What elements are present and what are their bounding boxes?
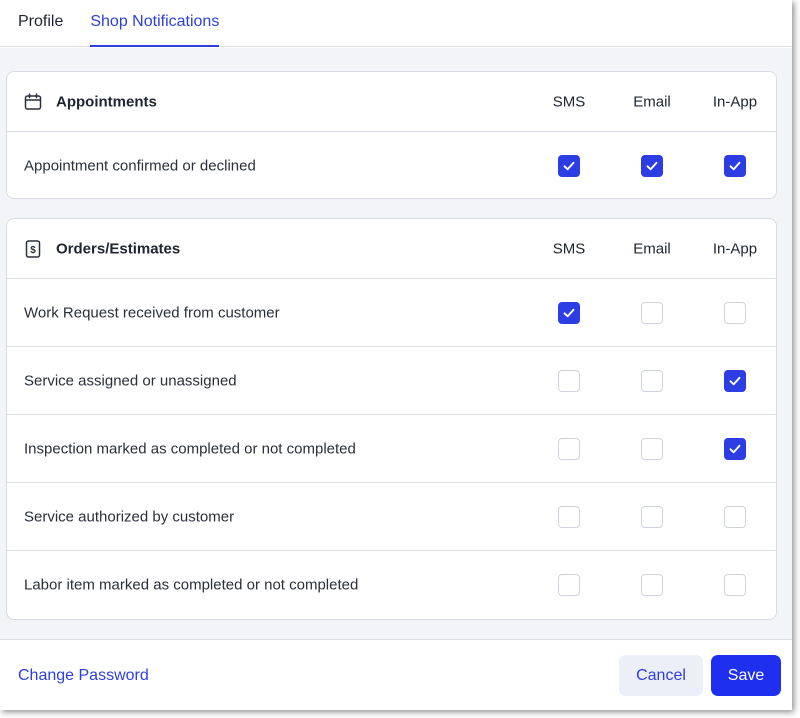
in-app-checkbox[interactable] [724,301,746,324]
sms-checkbox[interactable] [558,301,580,324]
column-header-sms: SMS [552,240,586,257]
change-password-link[interactable]: Change Password [18,667,149,685]
column-header-email: Email [633,93,671,110]
notification-row: Work Request received from customer [7,279,776,347]
orders-estimates-header: $ Orders/Estimates SMS Email In-App [7,219,776,279]
in-app-checkbox[interactable] [724,505,746,528]
in-app-checkbox[interactable] [724,574,746,596]
notification-label: Work Request received from customer [24,304,280,321]
email-checkbox[interactable] [641,155,663,177]
tab-bar: Profile Shop Notifications [0,0,792,47]
checkmark-icon [563,308,575,317]
appointments-header: Appointments SMS Email In-App [7,72,776,132]
in-app-checkbox[interactable] [724,155,746,177]
section-title: Appointments [56,93,157,110]
sms-checkbox[interactable] [558,437,580,460]
notification-label: Inspection marked as completed or not co… [24,440,356,457]
appointments-card: Appointments SMS Email In-App Appointmen… [6,71,777,199]
notification-row: Labor item marked as completed or not co… [7,551,776,619]
column-header-email: Email [633,240,671,257]
sms-checkbox[interactable] [558,155,580,177]
email-checkbox[interactable] [641,301,663,324]
calendar-icon [24,92,42,110]
column-header-in-app: In-App [712,240,758,257]
checkmark-icon [646,161,658,171]
checkmark-icon [563,161,575,171]
tab-shop-notifications[interactable]: Shop Notifications [90,0,219,47]
email-checkbox[interactable] [641,437,663,460]
notification-row: Appointment confirmed or declined [7,132,776,198]
checkmark-icon [729,161,741,171]
email-checkbox[interactable] [641,369,663,392]
notification-label: Appointment confirmed or declined [24,157,256,175]
cancel-button[interactable]: Cancel [619,655,703,696]
notification-row: Service authorized by customer [7,483,776,551]
email-checkbox[interactable] [641,505,663,528]
notification-settings-panel: Appointments SMS Email In-App Appointmen… [0,48,792,639]
notification-settings-window: Profile Shop Notifications Appointments … [0,0,792,710]
tab-profile[interactable]: Profile [18,0,63,46]
sms-checkbox[interactable] [558,574,580,596]
notification-label: Service assigned or unassigned [24,372,237,389]
email-checkbox[interactable] [641,574,663,596]
sms-checkbox[interactable] [558,369,580,392]
dollar-document-icon: $ [25,239,41,258]
notification-row: Service assigned or unassigned [7,347,776,415]
appointments-rows: Appointment confirmed or declined [7,132,776,198]
column-header-sms: SMS [552,93,586,110]
section-title: Orders/Estimates [56,240,181,257]
notification-row: Inspection marked as completed or not co… [7,415,776,483]
checkmark-icon [729,376,741,385]
notification-label: Service authorized by customer [24,508,235,525]
orders-estimates-rows: Work Request received from customer Servi… [7,279,776,619]
footer: Change Password Cancel Save [0,639,792,710]
in-app-checkbox[interactable] [724,369,746,392]
notification-label: Labor item marked as completed or not co… [24,576,359,594]
orders-estimates-card: $ Orders/Estimates SMS Email In-App Work… [6,218,777,620]
sms-checkbox[interactable] [558,505,580,528]
in-app-checkbox[interactable] [724,437,746,460]
checkmark-icon [729,444,741,453]
column-header-in-app: In-App [712,93,758,110]
save-button[interactable]: Save [711,655,781,696]
svg-text:$: $ [30,245,36,256]
